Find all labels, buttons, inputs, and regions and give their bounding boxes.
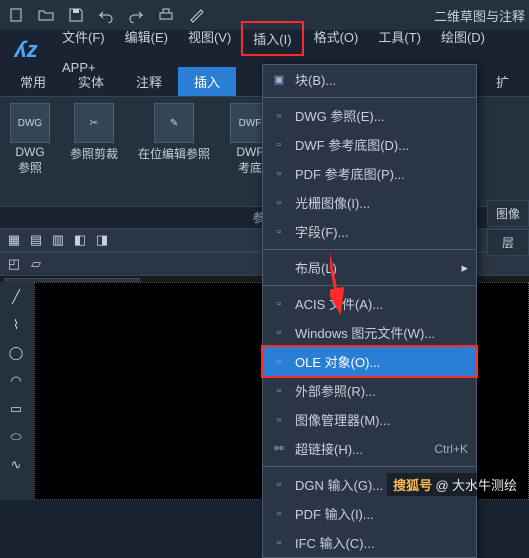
shortcut-label: Ctrl+K (434, 442, 468, 456)
arc-tool-icon[interactable]: ◠ (2, 368, 30, 394)
edit-inplace-icon: ✎ (154, 103, 194, 143)
spline-tool-icon[interactable]: ∿ (2, 452, 30, 478)
circle-tool-icon[interactable]: ◯ (2, 340, 30, 366)
new-icon[interactable] (4, 3, 28, 27)
ribbon-tab-common[interactable]: 常用 (4, 67, 62, 96)
img-mgr-icon: ▫ (271, 412, 287, 428)
polyline-tool-icon[interactable]: ⌇ (2, 312, 30, 338)
menu-view[interactable]: 视图(V) (178, 21, 241, 56)
submenu-arrow-icon: ▸ (461, 260, 468, 276)
ribbon-btn-label: 参照剪裁 (70, 145, 118, 162)
menu-edit[interactable]: 编辑(E) (115, 21, 178, 56)
menu-item-layout[interactable]: 布局(L)▸ (263, 253, 476, 282)
block-icon: ▣ (271, 72, 287, 88)
menubar: 文件(F) 编辑(E) 视图(V) 插入(I) 格式(O) 工具(T) 绘图(D… (52, 21, 495, 56)
rect-tool-icon[interactable]: ▭ (2, 396, 30, 422)
line-tool-icon[interactable]: ╱ (2, 284, 30, 310)
dwg-icon: ▫ (271, 108, 287, 124)
tool-icon[interactable]: ▦ (4, 230, 24, 250)
menu-insert[interactable]: 插入(I) (241, 21, 303, 56)
dwg-ref-icon: DWG (10, 103, 50, 143)
menu-item-pdf-in[interactable]: ▫PDF 输入(I)... (263, 499, 476, 528)
pdf-icon: ▫ (271, 506, 287, 522)
acis-icon: ▫ (271, 296, 287, 312)
ribbon-btn-label: 在位编辑参照 (138, 145, 210, 162)
tool-icon[interactable]: ◧ (70, 230, 90, 250)
dwf-icon: ▫ (271, 137, 287, 153)
right-panels: 图像 层 (487, 200, 529, 256)
left-toolbar: ╱ ⌇ ◯ ◠ ▭ ⬭ ∿ (0, 282, 34, 500)
tool-icon[interactable]: ◨ (92, 230, 112, 250)
menu-item-hyperlink[interactable]: ⚯超链接(H)...Ctrl+K (263, 434, 476, 463)
pdf-icon: ▫ (271, 166, 287, 182)
ribbon-btn-label: DWF 考底 (236, 145, 263, 176)
menu-item-ifc[interactable]: ▫IFC 输入(C)... (263, 528, 476, 557)
panel-layer[interactable]: 层 (487, 229, 529, 256)
menu-separator (263, 249, 476, 250)
menu-item-field[interactable]: ▫字段(F)... (263, 217, 476, 246)
menu-item-block[interactable]: ▣块(B)... (263, 65, 476, 94)
dgn-icon: ▫ (271, 477, 287, 493)
image-icon: ▫ (271, 195, 287, 211)
ifc-icon: ▫ (271, 535, 287, 551)
field-icon: ▫ (271, 224, 287, 240)
watermark-brand: 搜狐号 (393, 478, 432, 493)
menu-item-ole[interactable]: ▫OLE 对象(O)... (261, 345, 478, 378)
clip-icon: ✂ (74, 103, 114, 143)
menu-item-dwg-xref[interactable]: ▫DWG 参照(E)... (263, 101, 476, 130)
app-logo[interactable]: ʎz (0, 30, 52, 70)
menu-separator (263, 466, 476, 467)
ribbon-tab-insert[interactable]: 插入 (178, 67, 236, 96)
menu-file[interactable]: 文件(F) (52, 21, 115, 56)
panel-image[interactable]: 图像 (487, 200, 529, 227)
menu-separator (263, 97, 476, 98)
ole-icon: ▫ (271, 354, 287, 370)
menu-item-dwf-ref[interactable]: ▫DWF 参考底图(D)... (263, 130, 476, 159)
link-icon: ⚯ (271, 441, 287, 457)
menu-item-xref[interactable]: ▫外部参照(R)... (263, 376, 476, 405)
ellipse-tool-icon[interactable]: ⬭ (2, 424, 30, 450)
menu-item-wmf[interactable]: ▫Windows 图元文件(W)... (263, 318, 476, 347)
watermark: 搜狐号 @ 大水牛测绘 (387, 473, 523, 496)
menu-tools[interactable]: 工具(T) (368, 21, 431, 56)
ribbon-tab-annotate[interactable]: 注释 (120, 67, 178, 96)
menu-item-raster[interactable]: ▫光栅图像(I)... (263, 188, 476, 217)
menu-draw[interactable]: 绘图(D) (431, 21, 495, 56)
ribbon-btn-dwg-ref[interactable]: DWG DWG 参照 (4, 101, 56, 202)
tool-icon[interactable]: ◰ (4, 254, 24, 274)
ribbon-btn-label: DWG 参照 (15, 145, 44, 176)
menu-item-pdf-ref[interactable]: ▫PDF 参考底图(P)... (263, 159, 476, 188)
ribbon-btn-edit-inplace[interactable]: ✎ 在位编辑参照 (132, 101, 216, 202)
menu-format[interactable]: 格式(O) (304, 21, 369, 56)
menu-item-img-mgr[interactable]: ▫图像管理器(M)... (263, 405, 476, 434)
wmf-icon: ▫ (271, 325, 287, 341)
ribbon-tab-expand[interactable]: 扩 (480, 67, 525, 96)
xref-icon: ▫ (271, 383, 287, 399)
menu-separator (263, 285, 476, 286)
watermark-author: 大水牛测绘 (452, 478, 517, 493)
tool-icon[interactable]: ▤ (26, 230, 46, 250)
ribbon-tab-entity[interactable]: 实体 (62, 67, 120, 96)
blank-icon (271, 260, 287, 276)
tool-icon[interactable]: ▥ (48, 230, 68, 250)
ribbon-btn-clip[interactable]: ✂ 参照剪裁 (64, 101, 124, 202)
menu-item-acis[interactable]: ▫ACIS 文件(A)... (263, 289, 476, 318)
tool-icon[interactable]: ▱ (26, 254, 46, 274)
